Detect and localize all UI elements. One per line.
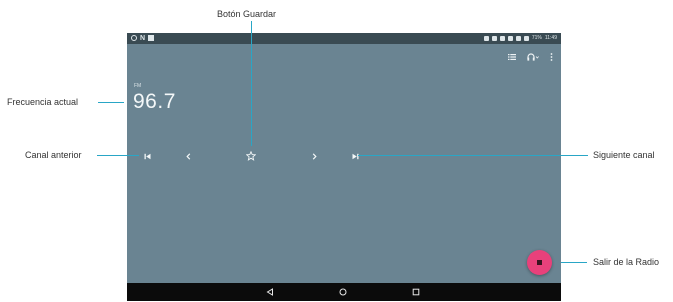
- band-label: FM: [134, 83, 142, 89]
- previous-channel-button[interactable]: [140, 149, 154, 163]
- wifi-icon: [507, 36, 513, 41]
- navigation-bar: [127, 283, 561, 301]
- callout-exit-radio-label: Salir de la Radio: [593, 257, 660, 267]
- status-left-icons: N: [131, 35, 155, 42]
- signal-icon: [515, 36, 521, 41]
- headphones-icon[interactable]: [527, 53, 539, 64]
- bluetooth-icon: [491, 36, 497, 41]
- status-bar: N 71% 11:49: [127, 33, 561, 44]
- callout-next-channel-line: [358, 155, 588, 156]
- skip-next-icon: [352, 153, 358, 159]
- tune-down-button[interactable]: [181, 149, 195, 163]
- callout-frequency-line: [98, 102, 124, 103]
- more-vert-icon[interactable]: [550, 53, 553, 64]
- battery-icon: [523, 36, 529, 41]
- image-icon: [148, 35, 155, 41]
- exit-radio-button[interactable]: [527, 250, 552, 275]
- save-button[interactable]: [244, 149, 258, 163]
- list-icon[interactable]: [508, 53, 516, 64]
- home-icon: [339, 288, 347, 296]
- nav-home-button[interactable]: [337, 286, 349, 298]
- callout-save-button-line: [251, 21, 252, 146]
- current-frequency: 96.7: [133, 90, 176, 113]
- callout-exit-radio-line: [561, 262, 587, 263]
- status-right-icons: 71% 11:49: [483, 35, 557, 42]
- back-icon: [266, 288, 273, 296]
- fm-radio-screen: N 71% 11:49 FM 96.7: [127, 33, 561, 301]
- status-time: 11:49: [544, 35, 557, 41]
- star-outline-icon: [246, 151, 256, 161]
- skip-previous-icon: [144, 153, 150, 159]
- callout-frequency-label: Frecuencia actual: [7, 97, 79, 107]
- stop-icon: [537, 260, 542, 265]
- callout-save-button-label: Botón Guardar: [217, 9, 277, 19]
- next-channel-button[interactable]: [348, 149, 362, 163]
- callout-previous-channel-label: Canal anterior: [25, 150, 82, 160]
- nav-back-button[interactable]: [264, 286, 276, 298]
- callout-next-channel-label: Siguiente canal: [593, 150, 655, 160]
- toolbar: [508, 53, 553, 64]
- n-icon: N: [140, 35, 146, 42]
- chevron-right-icon: [312, 152, 317, 160]
- annotated-screenshot: N 71% 11:49 FM 96.7 Botón Guardar Frecue…: [0, 0, 673, 302]
- nav-recents-button[interactable]: [410, 286, 422, 298]
- sync-icon: [131, 35, 137, 41]
- chevron-left-icon: [185, 152, 190, 160]
- recents-icon: [412, 288, 420, 296]
- headset-status-icon: [483, 36, 489, 41]
- tune-up-button[interactable]: [307, 149, 321, 163]
- callout-previous-channel-line: [97, 155, 139, 156]
- battery-percent: 71%: [531, 35, 542, 41]
- vibrate-icon: [499, 36, 505, 41]
